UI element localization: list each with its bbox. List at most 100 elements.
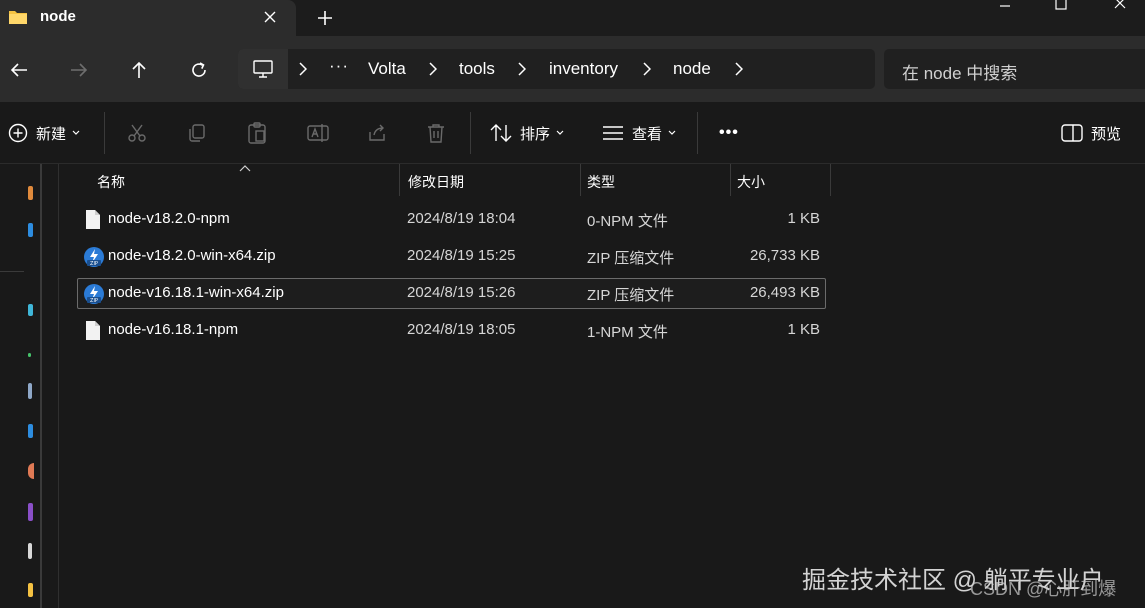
file-icon bbox=[83, 209, 103, 231]
navigation-pane-scrollbar[interactable] bbox=[40, 164, 42, 608]
search-placeholder: 在 node 中搜索 bbox=[902, 64, 1018, 83]
nav-item-icon[interactable] bbox=[28, 353, 31, 357]
file-size: 1 KB bbox=[787, 321, 820, 338]
file-date: 2024/8/19 15:25 bbox=[407, 247, 516, 264]
svg-text:ZIP: ZIP bbox=[90, 298, 98, 304]
view-button[interactable]: 查看 bbox=[602, 120, 676, 146]
breadcrumb-inventory[interactable]: inventory bbox=[549, 59, 618, 79]
forward-arrow-icon[interactable] bbox=[65, 56, 93, 84]
column-header-date[interactable]: 修改日期 bbox=[400, 164, 580, 196]
minimize-icon[interactable] bbox=[983, 0, 1027, 14]
refresh-icon[interactable] bbox=[185, 56, 213, 84]
file-type: 1-NPM 文件 bbox=[587, 324, 668, 341]
new-label: 新建 bbox=[36, 125, 67, 143]
nav-item-icon[interactable] bbox=[28, 304, 33, 316]
nav-item-icon[interactable] bbox=[28, 583, 33, 597]
file-date: 2024/8/19 18:05 bbox=[407, 321, 516, 338]
chevron-down-icon bbox=[72, 130, 80, 136]
preview-label: 预览 bbox=[1091, 125, 1122, 143]
share-button[interactable] bbox=[367, 120, 387, 146]
file-type: ZIP 压缩文件 bbox=[587, 287, 675, 304]
zip-icon: ZIP bbox=[83, 246, 104, 268]
file-type: 0-NPM 文件 bbox=[587, 213, 668, 230]
copy-button[interactable] bbox=[187, 120, 207, 146]
cut-button[interactable] bbox=[127, 120, 147, 146]
address-bar[interactable]: ··· Volta tools inventory node bbox=[238, 49, 875, 89]
paste-button[interactable] bbox=[247, 120, 267, 146]
column-label: 类型 bbox=[587, 174, 615, 190]
maximize-icon[interactable] bbox=[1039, 0, 1083, 14]
cut-icon bbox=[127, 123, 147, 143]
close-icon[interactable] bbox=[1098, 0, 1142, 14]
preview-pane-button[interactable]: 预览 bbox=[1061, 120, 1121, 146]
nav-item-icon[interactable] bbox=[28, 383, 32, 399]
column-divider[interactable] bbox=[830, 164, 831, 196]
add-circle-icon bbox=[8, 123, 28, 143]
folder-icon bbox=[8, 8, 28, 26]
command-bar: 新建 排序 查看 ••• 预览 bbox=[0, 102, 1145, 164]
file-size: 26,493 KB bbox=[749, 284, 820, 301]
breadcrumb-volta[interactable]: Volta bbox=[368, 59, 406, 79]
nav-item-icon[interactable] bbox=[28, 424, 33, 438]
watermark-csdn: CSDN @心肝到爆 bbox=[970, 579, 1117, 599]
file-row-selected[interactable]: ZIP node-v16.18.1-win-x64.zip 2024/8/19 … bbox=[77, 278, 826, 309]
search-input[interactable]: 在 node 中搜索 bbox=[884, 49, 1145, 89]
back-arrow-icon[interactable] bbox=[5, 56, 33, 84]
column-label: 修改日期 bbox=[408, 174, 464, 190]
file-type: ZIP 压缩文件 bbox=[587, 250, 675, 267]
breadcrumb-chevron-icon[interactable] bbox=[732, 61, 746, 77]
breadcrumb-chevron-icon[interactable] bbox=[296, 61, 310, 77]
tab-title: node bbox=[40, 8, 76, 25]
breadcrumb-overflow[interactable]: ··· bbox=[329, 56, 349, 76]
sort-ascending-icon bbox=[239, 165, 251, 172]
up-arrow-icon[interactable] bbox=[125, 56, 153, 84]
toolbar-divider bbox=[104, 112, 105, 154]
rename-button[interactable] bbox=[307, 120, 329, 146]
breadcrumb-chevron-icon[interactable] bbox=[515, 61, 529, 77]
preview-pane-icon bbox=[1061, 124, 1083, 142]
sort-icon bbox=[490, 123, 512, 143]
file-row[interactable]: node-v18.2.0-npm 2024/8/19 18:04 0-NPM 文… bbox=[77, 204, 826, 235]
column-header-type[interactable]: 类型 bbox=[581, 164, 731, 196]
more-options-button[interactable]: ••• bbox=[719, 120, 739, 146]
new-button[interactable]: 新建 bbox=[8, 120, 80, 146]
breadcrumb-chevron-icon[interactable] bbox=[640, 61, 654, 77]
copy-icon bbox=[187, 123, 207, 143]
breadcrumb-tools[interactable]: tools bbox=[459, 59, 495, 79]
file-name: node-v16.18.1-npm bbox=[108, 321, 239, 338]
file-row[interactable]: node-v16.18.1-npm 2024/8/19 18:05 1-NPM … bbox=[77, 315, 826, 346]
breadcrumb-chevron-icon[interactable] bbox=[426, 61, 440, 77]
delete-button[interactable] bbox=[427, 120, 445, 146]
column-label: 名称 bbox=[97, 174, 125, 190]
navigation-bar: ··· Volta tools inventory node 在 node 中搜… bbox=[0, 36, 1145, 102]
this-pc-icon[interactable] bbox=[238, 49, 288, 89]
share-icon bbox=[367, 123, 387, 143]
file-size: 26,733 KB bbox=[749, 247, 820, 264]
file-size: 1 KB bbox=[787, 210, 820, 227]
new-tab-button[interactable] bbox=[312, 5, 338, 31]
nav-item-icon[interactable] bbox=[28, 186, 33, 200]
nav-item-icon[interactable] bbox=[28, 503, 33, 521]
file-date: 2024/8/19 15:26 bbox=[407, 284, 516, 301]
column-label: 大小 bbox=[737, 174, 765, 190]
zip-icon: ZIP bbox=[83, 283, 104, 305]
nav-item-icon[interactable] bbox=[28, 543, 32, 559]
file-icon bbox=[83, 320, 103, 342]
tab-close-icon[interactable] bbox=[258, 5, 282, 29]
breadcrumb-node[interactable]: node bbox=[673, 59, 711, 79]
title-bar: node bbox=[0, 0, 1145, 36]
nav-item-icon[interactable] bbox=[28, 463, 34, 479]
file-name: node-v18.2.0-win-x64.zip bbox=[108, 247, 276, 264]
file-name: node-v16.18.1-win-x64.zip bbox=[108, 284, 284, 301]
file-row[interactable]: ZIP node-v18.2.0-win-x64.zip 2024/8/19 1… bbox=[77, 241, 826, 272]
view-label: 查看 bbox=[632, 125, 663, 143]
paste-icon bbox=[247, 122, 267, 144]
tab-node[interactable]: node bbox=[0, 0, 296, 36]
sort-button[interactable]: 排序 bbox=[490, 120, 564, 146]
rename-icon bbox=[307, 123, 329, 143]
column-header-name[interactable]: 名称 bbox=[79, 164, 399, 196]
file-date: 2024/8/19 18:04 bbox=[407, 210, 516, 227]
nav-item-icon[interactable] bbox=[28, 223, 33, 237]
svg-text:ZIP: ZIP bbox=[90, 261, 98, 267]
column-header-size[interactable]: 大小 bbox=[731, 164, 831, 196]
